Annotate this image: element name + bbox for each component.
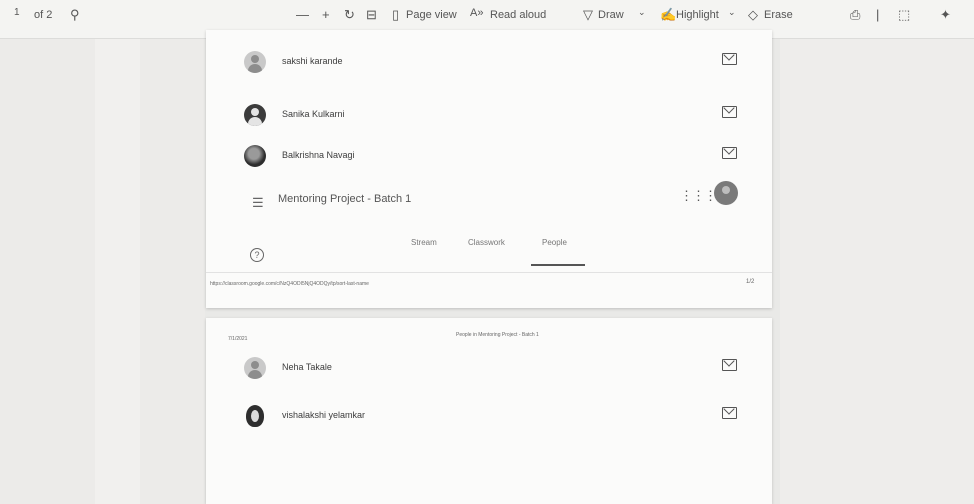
- print-icon[interactable]: ⎙: [850, 7, 860, 23]
- person-row: Neha Takale: [206, 353, 772, 383]
- account-avatar[interactable]: [714, 181, 738, 205]
- page-view-button[interactable]: Page view: [406, 9, 457, 21]
- tab-classwork[interactable]: Classwork: [468, 238, 505, 247]
- person-name: sakshi karande: [282, 56, 343, 66]
- avatar: [244, 104, 266, 126]
- apps-grid-icon[interactable]: ⋮⋮⋮: [680, 188, 717, 204]
- viewer-background-right: [780, 39, 974, 504]
- avatar: [244, 357, 266, 379]
- tab-people[interactable]: People: [542, 238, 567, 247]
- person-row: vishalakshi yelamkar: [206, 401, 772, 431]
- divider: [206, 272, 772, 273]
- avatar: [246, 405, 264, 427]
- help-icon[interactable]: ?: [250, 248, 264, 262]
- email-icon[interactable]: [722, 359, 737, 371]
- pdf-page-2: 7/1/2021 People in Mentoring Project - B…: [206, 318, 772, 504]
- erase-button[interactable]: Erase: [764, 9, 793, 21]
- page-footer-number: 1/2: [746, 279, 755, 285]
- person-name: Neha Takale: [282, 362, 332, 372]
- viewer-background-left: [0, 39, 205, 504]
- person-name: Sanika Kulkarni: [282, 109, 345, 119]
- person-row: sakshi karande: [206, 47, 772, 77]
- save-icon[interactable]: ⬚: [898, 7, 910, 23]
- highlight-button[interactable]: Highlight: [676, 9, 719, 21]
- avatar: [244, 51, 266, 73]
- page-count: of 2: [34, 9, 53, 21]
- read-aloud-button[interactable]: Read aloud: [490, 9, 546, 21]
- print-date: 7/1/2021: [228, 336, 248, 342]
- email-icon[interactable]: [722, 106, 737, 118]
- draw-dropdown-chevron-icon[interactable]: ⌄: [638, 7, 646, 18]
- fit-page-icon[interactable]: ⊟: [366, 7, 377, 23]
- draw-button[interactable]: Draw: [598, 9, 624, 21]
- pin-icon[interactable]: ✦: [940, 7, 951, 23]
- highlight-dropdown-chevron-icon[interactable]: ⌄: [728, 7, 736, 18]
- erase-icon[interactable]: ◇: [748, 7, 758, 23]
- class-title: Mentoring Project - Batch 1: [278, 193, 412, 205]
- search-icon[interactable]: ⚲: [70, 7, 80, 23]
- tab-stream[interactable]: Stream: [411, 238, 437, 247]
- active-tab-indicator: [531, 264, 585, 266]
- menu-icon[interactable]: ☰: [252, 195, 264, 211]
- email-icon[interactable]: [722, 407, 737, 419]
- email-icon[interactable]: [722, 147, 737, 159]
- zoom-in-button[interactable]: +: [322, 7, 330, 22]
- page-header-title: People in Mentoring Project - Batch 1: [456, 332, 539, 338]
- avatar: [244, 145, 266, 167]
- person-name: vishalakshi yelamkar: [282, 410, 366, 420]
- separator-icon: |: [876, 7, 880, 22]
- background-stripe: [95, 39, 140, 504]
- highlight-icon[interactable]: ✍: [660, 7, 676, 23]
- page-view-icon[interactable]: ▯: [392, 7, 399, 23]
- rotate-icon[interactable]: ↻: [344, 7, 355, 23]
- read-aloud-icon[interactable]: A»: [470, 7, 483, 19]
- pdf-page-1: sakshi karande Sanika Kulkarni Balkrishn…: [206, 30, 772, 308]
- page-footer-url: https://classroom.google.com/c/NzQ4ODI5N…: [210, 281, 369, 287]
- person-name: Balkrishna Navagi: [282, 150, 355, 160]
- zoom-out-button[interactable]: —: [296, 7, 309, 22]
- draw-icon[interactable]: ▽: [583, 7, 593, 23]
- email-icon[interactable]: [722, 53, 737, 65]
- person-row: Balkrishna Navagi: [206, 141, 772, 171]
- person-row: Sanika Kulkarni: [206, 100, 772, 130]
- page-number-input[interactable]: 1: [14, 7, 20, 18]
